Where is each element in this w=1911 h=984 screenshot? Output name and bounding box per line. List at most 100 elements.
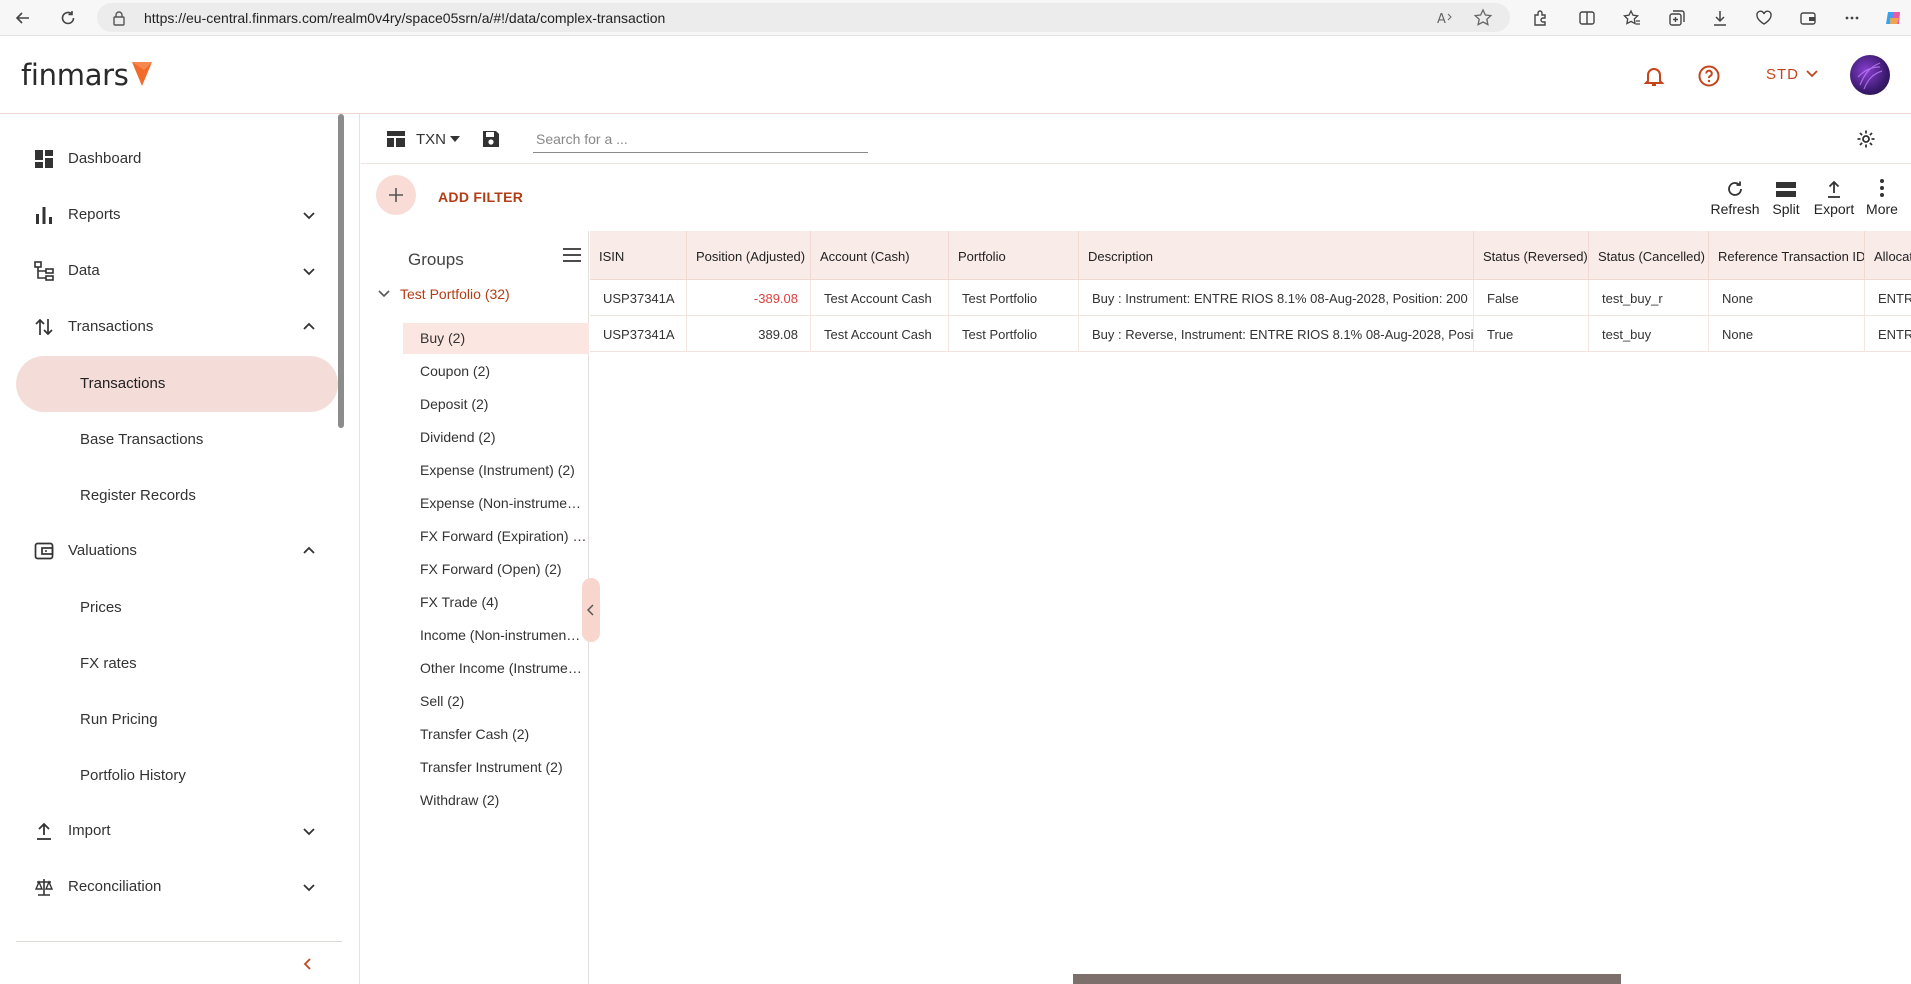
sidebar-item-data[interactable]: Data (0, 249, 345, 293)
group-item[interactable]: FX Trade (4) (403, 587, 589, 618)
collapse-groups-button[interactable] (582, 578, 600, 642)
export-button[interactable]: Export (1810, 176, 1858, 222)
table-header: ISIN Position (Adjusted) Account (Cash) Por… (590, 231, 1911, 280)
group-item[interactable]: Transfer Cash (2) (403, 719, 589, 750)
column-header[interactable]: Status (Reversed) (1474, 231, 1589, 280)
group-item[interactable]: Deposit (2) (403, 389, 589, 420)
back-icon[interactable] (11, 6, 35, 30)
group-item[interactable]: Buy (2) (403, 323, 589, 354)
save-icon[interactable] (481, 129, 501, 149)
table-row[interactable]: USP37341A -389.08 Test Account Cash Test Po… (590, 280, 1911, 316)
sidebar-divider (16, 941, 342, 942)
refresh-button[interactable]: Refresh (1708, 176, 1762, 222)
table-cell: Buy : Instrument: ENTRE RIOS 8.1% 08-Aug… (1079, 280, 1474, 316)
collapse-sidebar-icon[interactable] (300, 956, 316, 972)
chevron-up-icon[interactable] (301, 319, 317, 335)
horizontal-scrollbar[interactable] (1073, 974, 1621, 984)
browser-menu-icon[interactable] (1840, 6, 1864, 30)
group-item[interactable]: Sell (2) (403, 686, 589, 717)
sidebar-scrollbar[interactable] (338, 114, 344, 428)
favorites-icon[interactable] (1620, 6, 1644, 30)
sidebar-item-valuations[interactable]: Valuations (0, 529, 345, 573)
browser-toolbar: https://eu-central.finmars.com/realm0v4r… (0, 0, 1911, 36)
sidebar-subitem-run-pricing[interactable]: Run Pricing (16, 692, 338, 748)
reload-icon[interactable] (56, 6, 80, 30)
group-item[interactable]: Transfer Instrument (2) (403, 752, 589, 783)
table-cell: 389.08 (687, 316, 811, 352)
column-header[interactable]: Description (1079, 231, 1474, 280)
table-row[interactable]: USP37341A 389.08 Test Account Cash Test Por… (590, 316, 1911, 352)
chevron-down-icon[interactable] (378, 289, 390, 299)
table-cell: ENTRI (1865, 316, 1911, 352)
chevron-down-icon[interactable] (301, 823, 317, 839)
copilot-icon[interactable] (1882, 6, 1906, 30)
table-cell: None (1709, 316, 1865, 352)
chevron-left-icon (587, 604, 594, 616)
table-cell: True (1474, 316, 1589, 352)
extensions-icon[interactable] (1528, 6, 1552, 30)
group-item[interactable]: Dividend (2) (403, 422, 589, 453)
caret-down-icon[interactable] (450, 136, 460, 142)
group-item[interactable]: Other Income (Instrume… (403, 653, 589, 684)
chevron-down-icon[interactable] (301, 207, 317, 223)
column-header[interactable]: Reference Transaction ID (1709, 231, 1865, 280)
sidebar-subitem-register-records[interactable]: Register Records (16, 468, 338, 524)
group-item[interactable]: Expense (Instrument) (2) (403, 455, 589, 486)
split-label: Split (1772, 201, 1800, 217)
read-aloud-icon[interactable]: A (1435, 8, 1455, 28)
sidebar-subitem-base-transactions[interactable]: Base Transactions (16, 412, 338, 468)
column-header[interactable]: Allocat (1865, 231, 1911, 280)
add-filter-label[interactable]: ADD FILTER (438, 189, 523, 205)
group-item[interactable]: Expense (Non-instrume… (403, 488, 589, 519)
sidebar-subitem-transactions[interactable]: Transactions (16, 356, 338, 412)
sidebar-subitem-portfolio-history[interactable]: Portfolio History (16, 748, 338, 804)
app-logo[interactable]: finmars (21, 58, 129, 92)
performance-heart-icon[interactable] (1752, 6, 1776, 30)
add-filter-button[interactable] (376, 175, 416, 215)
group-item[interactable]: Income (Non-instrumen… (403, 620, 589, 651)
column-header[interactable]: Portfolio (949, 231, 1079, 280)
address-bar[interactable]: https://eu-central.finmars.com/realm0v4r… (97, 3, 1510, 32)
column-header[interactable]: Account (Cash) (811, 231, 949, 280)
sidebar-item-reports[interactable]: Reports (0, 193, 345, 237)
group-item[interactable]: Withdraw (2) (403, 785, 589, 816)
sidebar-subitem-fx-rates[interactable]: FX rates (16, 636, 338, 692)
table-cell: -389.08 (687, 280, 811, 316)
avatar[interactable] (1850, 55, 1890, 95)
column-header[interactable]: Position (Adjusted) (687, 231, 811, 280)
sidebar-subitem-prices[interactable]: Prices (16, 580, 338, 636)
layout-icon[interactable] (387, 131, 405, 147)
split-screen-icon[interactable] (1575, 6, 1599, 30)
help-icon[interactable] (1697, 64, 1721, 88)
layout-name[interactable]: TXN (416, 131, 446, 148)
group-item[interactable]: Coupon (2) (403, 356, 589, 387)
favorite-star-icon[interactable] (1473, 8, 1493, 28)
groups-title: Groups (408, 250, 464, 269)
hamburger-menu-icon[interactable] (562, 247, 582, 263)
sidebar-item-label: Reconciliation (68, 878, 162, 895)
sidebar-item-dashboard[interactable]: Dashboard (0, 137, 345, 181)
sidebar-item-reconciliation[interactable]: Reconciliation (0, 865, 345, 909)
group-item[interactable]: FX Forward (Open) (2) (403, 554, 589, 585)
column-header[interactable]: ISIN (590, 231, 687, 280)
collections-icon[interactable] (1665, 6, 1689, 30)
search-input[interactable] (533, 125, 868, 153)
chevron-up-icon[interactable] (301, 543, 317, 559)
sidebar-item-transactions[interactable]: Transactions (0, 305, 345, 349)
wallet-browser-icon[interactable] (1796, 6, 1820, 30)
group-item[interactable]: FX Forward (Expiration) … (403, 521, 589, 552)
sidebar-item-label: Transactions (80, 375, 166, 392)
chevron-down-icon[interactable] (301, 263, 317, 279)
workspace-selector[interactable]: STD (1766, 66, 1799, 83)
sidebar-item-import[interactable]: Import (0, 809, 345, 853)
table-cell: USP37341A (590, 280, 687, 316)
chevron-down-icon[interactable] (1806, 70, 1818, 78)
download-icon[interactable] (1708, 6, 1732, 30)
bell-icon[interactable] (1642, 64, 1666, 88)
gear-icon[interactable] (1856, 129, 1876, 149)
chevron-down-icon[interactable] (301, 879, 317, 895)
url-text[interactable]: https://eu-central.finmars.com/realm0v4r… (144, 10, 665, 26)
more-button[interactable]: More (1862, 176, 1902, 222)
column-header[interactable]: Status (Cancelled) (1589, 231, 1709, 280)
split-button[interactable]: Split (1766, 176, 1806, 222)
